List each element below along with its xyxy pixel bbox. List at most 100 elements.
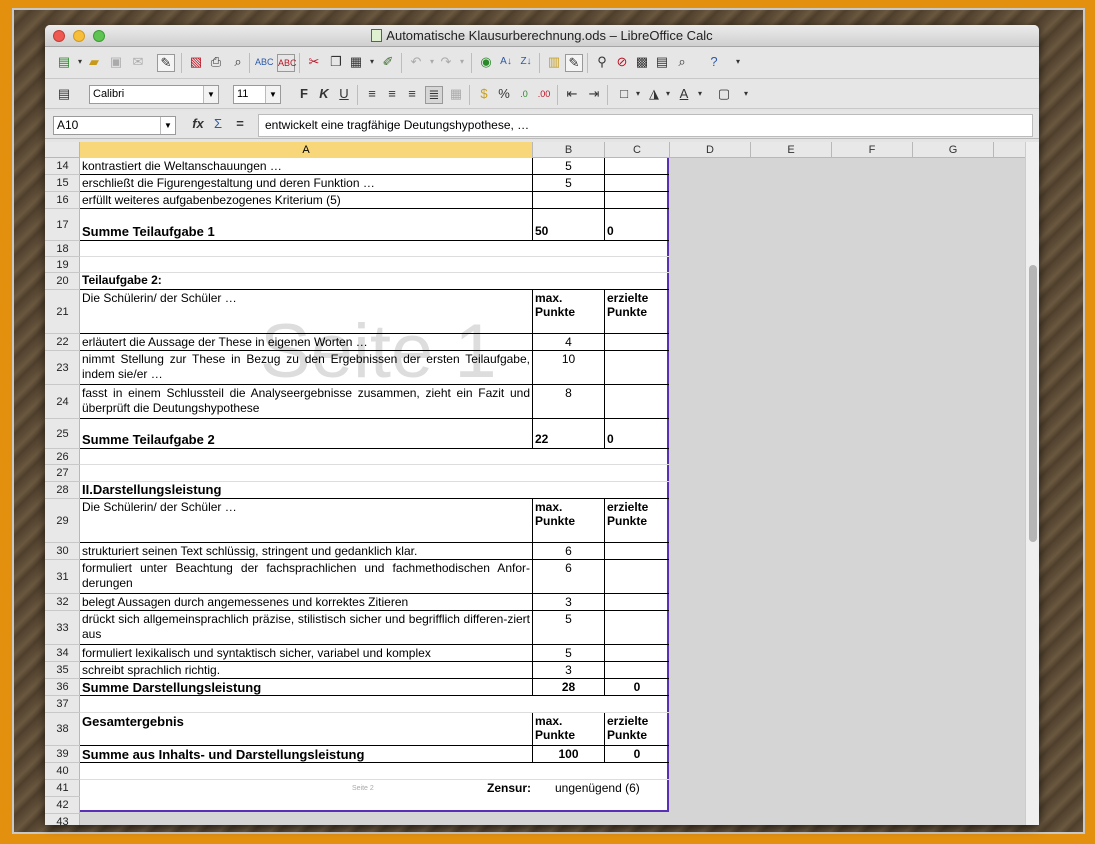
navigator-icon[interactable]: ⊘ bbox=[613, 54, 631, 70]
cell-c-32[interactable] bbox=[605, 594, 669, 610]
cell-a-23[interactable]: nimmt Stellung zur These in Bezug zu den… bbox=[80, 351, 533, 384]
spellcheck-icon[interactable]: ABC bbox=[255, 54, 274, 70]
cell-a-26[interactable] bbox=[80, 449, 533, 464]
cell-a-30[interactable]: strukturiert seinen Text schlüssig, stri… bbox=[80, 543, 533, 559]
row-header-31[interactable]: 31 bbox=[45, 560, 80, 594]
column-header-d[interactable]: D bbox=[670, 142, 751, 158]
row-header-21[interactable]: 21 bbox=[45, 290, 80, 334]
align-left-icon[interactable]: ≡ bbox=[363, 86, 381, 102]
cell-a-22[interactable]: erläutert die Aussage der These in eigen… bbox=[80, 334, 533, 350]
find-replace-icon[interactable]: ⚲ bbox=[593, 54, 611, 70]
cell-b-14[interactable]: 5 bbox=[533, 158, 605, 174]
align-right-icon[interactable]: ≡ bbox=[403, 86, 421, 102]
cell-b-40[interactable] bbox=[533, 763, 605, 779]
row-header-25[interactable]: 25 bbox=[45, 419, 80, 449]
cell-a-20[interactable]: Teilaufgabe 2: bbox=[80, 273, 533, 289]
cell-c-38[interactable]: erzielte Punkte bbox=[605, 713, 669, 745]
cell-c-16[interactable] bbox=[605, 192, 669, 208]
cell-a-35[interactable]: schreibt sprachlich richtig. bbox=[80, 662, 533, 678]
spreadsheet-grid[interactable]: A B C D E F G 14 15 16 17 18 19 20 21 22 23 24 25 26… bbox=[45, 142, 1025, 825]
column-header-c[interactable]: C bbox=[605, 142, 670, 158]
currency-format-icon[interactable]: $ bbox=[475, 86, 493, 102]
cell-b-36[interactable]: 28 bbox=[533, 679, 605, 695]
chevron-down-icon[interactable]: ▼ bbox=[203, 86, 218, 103]
row-header-24[interactable]: 24 bbox=[45, 385, 80, 419]
cell-a-32[interactable]: belegt Aussagen durch angemessenes und k… bbox=[80, 594, 533, 610]
show-draw-functions-icon[interactable]: ✎ bbox=[565, 54, 583, 72]
select-all-corner[interactable] bbox=[45, 142, 80, 158]
row-header-20[interactable]: 20 bbox=[45, 273, 80, 290]
cell-b-19[interactable] bbox=[533, 257, 605, 272]
row-header-43[interactable]: 43 bbox=[45, 814, 80, 825]
column-header-f[interactable]: F bbox=[832, 142, 913, 158]
cell-b-37[interactable] bbox=[533, 696, 605, 712]
cell-a-38[interactable]: Gesamtergebnis bbox=[80, 713, 533, 745]
cell-c-39[interactable]: 0 bbox=[605, 746, 669, 762]
row-header-39[interactable]: 39 bbox=[45, 746, 80, 763]
row-header-15[interactable]: 15 bbox=[45, 175, 80, 192]
cell-b-39[interactable]: 100 bbox=[533, 746, 605, 762]
cell-a-18[interactable] bbox=[80, 241, 533, 256]
cell-b-24[interactable]: 8 bbox=[533, 385, 605, 418]
styles-formatting-icon[interactable]: ▤ bbox=[55, 86, 73, 102]
formula-input[interactable]: entwickelt eine tragfähige Deutungshypot… bbox=[258, 114, 1033, 137]
cell-a-37[interactable] bbox=[80, 696, 533, 712]
justify-icon[interactable]: ≣ bbox=[425, 86, 443, 104]
cell-a-31[interactable]: formuliert unter Beachtung der fachsprac… bbox=[80, 560, 533, 593]
cell-c-20[interactable] bbox=[605, 273, 669, 289]
gallery-icon[interactable]: ▩ bbox=[633, 54, 651, 70]
help-icon[interactable]: ? bbox=[705, 54, 723, 70]
row-header-16[interactable]: 16 bbox=[45, 192, 80, 209]
autospellcheck-icon[interactable]: ABC bbox=[277, 54, 297, 72]
sort-ascending-icon[interactable]: A↓ bbox=[497, 54, 515, 70]
chevron-down-icon[interactable]: ▼ bbox=[160, 117, 175, 134]
cell-a-28[interactable]: II.Darstellungsleistung bbox=[80, 482, 533, 498]
cell-b-34[interactable]: 5 bbox=[533, 645, 605, 661]
cell-b-15[interactable]: 5 bbox=[533, 175, 605, 191]
cell-c-14[interactable] bbox=[605, 158, 669, 174]
row-header-28[interactable]: 28 bbox=[45, 482, 80, 499]
cell-b-21[interactable]: max. Punkte bbox=[533, 290, 605, 333]
grade-label[interactable]: Zensur: bbox=[460, 780, 533, 797]
cell-c-40[interactable] bbox=[605, 763, 669, 779]
cell-b-29[interactable]: max. Punkte bbox=[533, 499, 605, 542]
cell-a-33[interactable]: drückt sich allgemeinsprachlich präzise,… bbox=[80, 611, 533, 644]
align-center-icon[interactable]: ≡ bbox=[383, 86, 401, 102]
column-header-b[interactable]: B bbox=[533, 142, 605, 158]
decrease-indent-icon[interactable]: ⇤ bbox=[563, 86, 581, 102]
column-header-g[interactable]: G bbox=[913, 142, 994, 158]
cell-a-25[interactable]: Summe Teilaufgabe 2 bbox=[80, 419, 533, 448]
cell-c-22[interactable] bbox=[605, 334, 669, 350]
cell-a-16[interactable]: erfüllt weiteres aufgabenbezogenes Krite… bbox=[80, 192, 533, 208]
cell-b-26[interactable] bbox=[533, 449, 605, 464]
merge-cells-icon[interactable]: ▦ bbox=[447, 86, 465, 102]
percent-format-icon[interactable]: % bbox=[495, 86, 513, 102]
cell-a-27[interactable] bbox=[80, 465, 533, 481]
row-header-34[interactable]: 34 bbox=[45, 645, 80, 662]
cell-a-15[interactable]: erschließt die Figurengestaltung und der… bbox=[80, 175, 533, 191]
row-header-37[interactable]: 37 bbox=[45, 696, 80, 713]
cell-b-18[interactable] bbox=[533, 241, 605, 256]
sum-icon[interactable]: Σ bbox=[209, 116, 227, 132]
toolbar-overflow-icon[interactable]: ▾ bbox=[737, 86, 755, 102]
save-icon[interactable]: ▣ bbox=[107, 54, 125, 70]
increase-indent-icon[interactable]: ⇥ bbox=[585, 86, 603, 102]
cell-c-29[interactable]: erzielte Punkte bbox=[605, 499, 669, 542]
row-header-36[interactable]: 36 bbox=[45, 679, 80, 696]
cell-a-29[interactable]: Die Schülerin/ der Schüler … bbox=[80, 499, 533, 542]
cell-a-19[interactable] bbox=[80, 257, 533, 272]
cell-c-24[interactable] bbox=[605, 385, 669, 418]
cell-b-16[interactable] bbox=[533, 192, 605, 208]
cell-b-30[interactable]: 6 bbox=[533, 543, 605, 559]
cell-b-35[interactable]: 3 bbox=[533, 662, 605, 678]
cell-a-17[interactable]: Summe Teilaufgabe 1 bbox=[80, 209, 533, 240]
italic-icon[interactable]: K bbox=[315, 86, 333, 102]
toggle-grid-icon[interactable]: ▢ bbox=[715, 86, 733, 102]
cell-b-27[interactable] bbox=[533, 465, 605, 481]
cell-c-30[interactable] bbox=[605, 543, 669, 559]
font-name-box[interactable]: Calibri ▼ bbox=[89, 85, 219, 104]
cell-c-33[interactable] bbox=[605, 611, 669, 644]
copy-icon[interactable]: ❐ bbox=[327, 54, 345, 70]
minimize-window-button[interactable] bbox=[73, 30, 85, 42]
cell-a-34[interactable]: formuliert lexikalisch und syntaktisch s… bbox=[80, 645, 533, 661]
